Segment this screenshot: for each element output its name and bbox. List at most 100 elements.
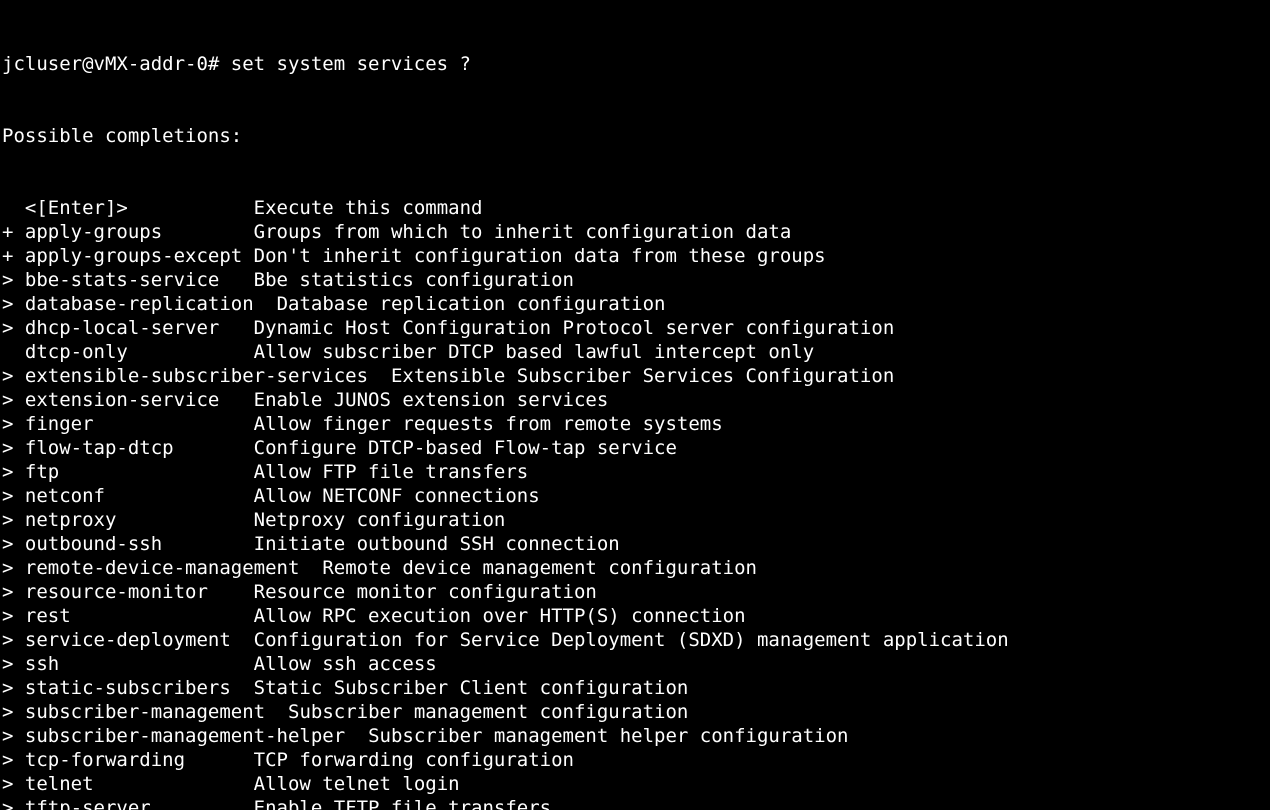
completion-item: > bbe-stats-service Bbe statistics confi… xyxy=(2,268,1268,292)
completion-name: netproxy xyxy=(25,509,254,531)
completion-description: Dynamic Host Configuration Protocol serv… xyxy=(254,317,895,339)
completion-name: netconf xyxy=(25,485,254,507)
completion-name: static-subscribers xyxy=(25,677,254,699)
completion-item: > static-subscribers Static Subscriber C… xyxy=(2,676,1268,700)
completion-description: Allow telnet login xyxy=(254,773,460,795)
completion-item: > extensible-subscriber-services Extensi… xyxy=(2,364,1268,388)
completion-name: outbound-ssh xyxy=(25,533,254,555)
completion-prefix: > xyxy=(2,461,25,483)
terminal[interactable]: jcluser@vMX-addr-0# set system services … xyxy=(0,0,1270,810)
completion-description: Configuration for Service Deployment (SD… xyxy=(254,629,1009,651)
completion-description: Database replication configuration xyxy=(277,293,666,315)
completion-item: > netconf Allow NETCONF connections xyxy=(2,484,1268,508)
completion-description: Bbe statistics configuration xyxy=(254,269,574,291)
completion-prefix: > xyxy=(2,581,25,603)
completion-description: TCP forwarding configuration xyxy=(254,749,574,771)
completion-item: > tftp-server Enable TFTP file transfers xyxy=(2,796,1268,810)
completion-prefix: > xyxy=(2,365,25,387)
completion-description: Configure DTCP-based Flow-tap service xyxy=(254,437,677,459)
completion-item: > outbound-ssh Initiate outbound SSH con… xyxy=(2,532,1268,556)
completion-description: Static Subscriber Client configuration xyxy=(254,677,689,699)
completion-item: + apply-groups-except Don't inherit conf… xyxy=(2,244,1268,268)
completion-description: Netproxy configuration xyxy=(254,509,506,531)
completion-item: > service-deployment Configuration for S… xyxy=(2,628,1268,652)
completion-item: > netproxy Netproxy configuration xyxy=(2,508,1268,532)
completion-prefix: > xyxy=(2,797,25,810)
completion-description: Allow RPC execution over HTTP(S) connect… xyxy=(254,605,746,627)
completion-item: > extension-service Enable JUNOS extensi… xyxy=(2,388,1268,412)
completion-name: flow-tap-dtcp xyxy=(25,437,254,459)
completion-item: > resource-monitor Resource monitor conf… xyxy=(2,580,1268,604)
completion-prefix: > xyxy=(2,389,25,411)
completion-name: apply-groups-except xyxy=(25,245,254,267)
completion-item: > dhcp-local-server Dynamic Host Configu… xyxy=(2,316,1268,340)
completion-name: apply-groups xyxy=(25,221,254,243)
completion-prefix: > xyxy=(2,557,25,579)
completion-item: + apply-groups Groups from which to inhe… xyxy=(2,220,1268,244)
completion-description: Execute this command xyxy=(254,197,483,219)
completion-name: finger xyxy=(25,413,254,435)
completion-name: dhcp-local-server xyxy=(25,317,254,339)
completion-description: Allow finger requests from remote system… xyxy=(254,413,723,435)
completion-name: <[Enter]> xyxy=(25,197,254,219)
completion-prefix: > xyxy=(2,701,25,723)
completion-prefix: > xyxy=(2,485,25,507)
completion-description: Groups from which to inherit configurati… xyxy=(254,221,792,243)
completion-name: remote-device-management xyxy=(25,557,322,579)
completion-item: > ssh Allow ssh access xyxy=(2,652,1268,676)
completion-name: resource-monitor xyxy=(25,581,254,603)
completion-prefix: > xyxy=(2,413,25,435)
completion-prefix: > xyxy=(2,677,25,699)
completion-item: > finger Allow finger requests from remo… xyxy=(2,412,1268,436)
completion-prefix xyxy=(2,197,25,219)
completion-item: > tcp-forwarding TCP forwarding configur… xyxy=(2,748,1268,772)
completion-prefix: > xyxy=(2,773,25,795)
completion-description: Initiate outbound SSH connection xyxy=(254,533,620,555)
completion-description: Allow NETCONF connections xyxy=(254,485,540,507)
completion-name: rest xyxy=(25,605,254,627)
completion-description: Don't inherit configuration data from th… xyxy=(254,245,826,267)
completion-name: ssh xyxy=(25,653,254,675)
completion-description: Enable JUNOS extension services xyxy=(254,389,609,411)
completion-name: extensible-subscriber-services xyxy=(25,365,391,387)
completion-description: Extensible Subscriber Services Configura… xyxy=(391,365,894,387)
completion-name: service-deployment xyxy=(25,629,254,651)
completion-item: > subscriber-management Subscriber manag… xyxy=(2,700,1268,724)
completion-item: > telnet Allow telnet login xyxy=(2,772,1268,796)
completion-prefix: + xyxy=(2,221,25,243)
completion-name: extension-service xyxy=(25,389,254,411)
completion-item: > ftp Allow FTP file transfers xyxy=(2,460,1268,484)
completion-name: ftp xyxy=(25,461,254,483)
completion-description: Subscriber management configuration xyxy=(288,701,688,723)
completion-prefix: > xyxy=(2,509,25,531)
completion-prefix: > xyxy=(2,269,25,291)
completion-prefix: > xyxy=(2,533,25,555)
completion-item: dtcp-only Allow subscriber DTCP based la… xyxy=(2,340,1268,364)
completion-description: Remote device management configuration xyxy=(322,557,757,579)
completion-prefix: > xyxy=(2,437,25,459)
completion-description: Allow ssh access xyxy=(254,653,437,675)
completion-name: database-replication xyxy=(25,293,277,315)
completion-item: <[Enter]> Execute this command xyxy=(2,196,1268,220)
completion-prefix xyxy=(2,341,25,363)
completion-name: subscriber-management-helper xyxy=(25,725,368,747)
completions-header: Possible completions: xyxy=(2,124,1268,148)
completion-prefix: + xyxy=(2,245,25,267)
completion-prefix: > xyxy=(2,629,25,651)
completion-item: > subscriber-management-helper Subscribe… xyxy=(2,724,1268,748)
completion-name: tcp-forwarding xyxy=(25,749,254,771)
completion-name: subscriber-management xyxy=(25,701,288,723)
prompt-line-1: jcluser@vMX-addr-0# set system services … xyxy=(2,52,1268,76)
completion-item: > rest Allow RPC execution over HTTP(S) … xyxy=(2,604,1268,628)
completion-description: Allow FTP file transfers xyxy=(254,461,529,483)
completion-name: tftp-server xyxy=(25,797,254,810)
completion-description: Subscriber management helper configurati… xyxy=(368,725,848,747)
completion-name: dtcp-only xyxy=(25,341,254,363)
completion-item: > remote-device-management Remote device… xyxy=(2,556,1268,580)
completions-list: <[Enter]> Execute this command+ apply-gr… xyxy=(2,196,1268,810)
completion-name: bbe-stats-service xyxy=(25,269,254,291)
completion-item: > database-replication Database replicat… xyxy=(2,292,1268,316)
completion-prefix: > xyxy=(2,725,25,747)
completion-prefix: > xyxy=(2,749,25,771)
completion-item: > flow-tap-dtcp Configure DTCP-based Flo… xyxy=(2,436,1268,460)
